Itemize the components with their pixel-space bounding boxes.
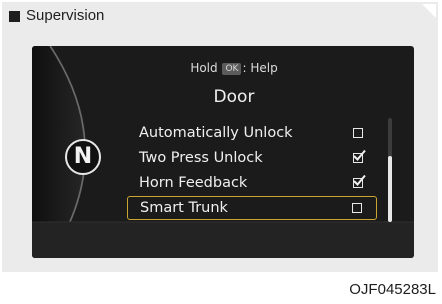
gear-indicator-n: N — [65, 139, 101, 175]
menu-item-label: Automatically Unlock — [139, 124, 293, 141]
section-title: Supervision — [26, 7, 105, 24]
unchecked-checkbox-icon[interactable] — [352, 203, 362, 213]
menu-item-two-press-unlock[interactable]: Two Press Unlock — [127, 145, 377, 170]
menu-item-label: Smart Trunk — [140, 200, 228, 216]
ok-key-icon: OK — [222, 63, 242, 75]
figure-code: OJF045283L — [349, 281, 436, 298]
checked-checkbox-icon[interactable] — [353, 149, 366, 163]
checked-checkbox-icon[interactable] — [353, 174, 366, 188]
instrument-cluster-display: N Hold OK: Help Door Automatically Unloc… — [32, 46, 414, 258]
figure-page: Supervision N Hold OK: Help Door Automa… — [0, 0, 442, 304]
menu-item-automatically-unlock[interactable]: Automatically Unlock — [127, 120, 377, 145]
door-settings-menu: Automatically Unlock Two Press Unlock Ho… — [127, 120, 377, 220]
menu-item-label: Horn Feedback — [139, 174, 248, 191]
gear-letter: N — [73, 144, 93, 169]
menu-title: Door — [213, 87, 255, 107]
figure-frame: Supervision N Hold OK: Help Door Automa… — [2, 2, 438, 272]
page-corner-fold — [422, 4, 436, 18]
hint-suffix: : Help — [242, 61, 278, 75]
menu-scrollbar[interactable] — [388, 118, 392, 222]
unchecked-checkbox-icon[interactable] — [353, 127, 363, 138]
menu-item-label: Two Press Unlock — [139, 149, 263, 166]
menu-item-smart-trunk[interactable]: Smart Trunk — [127, 196, 377, 220]
help-hint: Hold OK: Help — [142, 60, 326, 76]
hint-prefix: Hold — [190, 61, 218, 75]
section-header: Supervision — [9, 7, 104, 25]
scrollbar-thumb[interactable] — [388, 156, 392, 222]
menu-item-horn-feedback[interactable]: Horn Feedback — [127, 170, 377, 195]
bullet-square-icon — [9, 10, 20, 22]
